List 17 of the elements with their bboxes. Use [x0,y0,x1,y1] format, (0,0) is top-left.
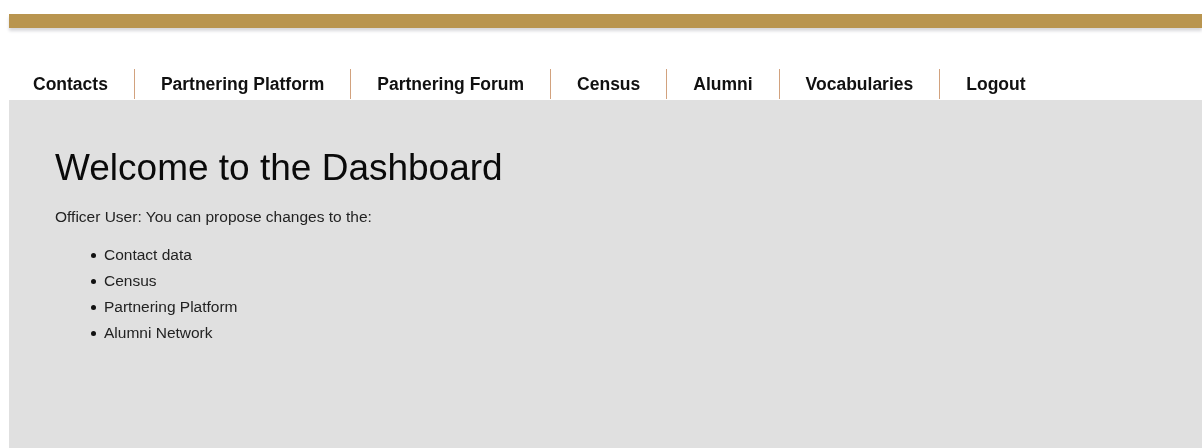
bullet-icon [91,278,96,284]
list-item: Alumni Network [104,323,213,343]
list-item: Census [104,271,157,291]
list-item: Partnering Platform [104,297,238,317]
nav-link[interactable]: Partnering Platform [133,69,351,99]
bullet-icon [91,252,96,258]
page-title: Welcome to the Dashboard [55,146,504,190]
nav-link[interactable]: Contacts [33,69,134,99]
nav-link[interactable]: Vocabularies [778,69,940,99]
nav-link[interactable]: Partnering Forum [350,69,551,99]
nav-link[interactable]: Alumni [666,69,779,99]
bullet-icon [91,330,96,336]
nav-link[interactable]: Census [550,69,667,99]
list-item: Contact data [104,245,192,265]
nav-link[interactable]: Logout [939,69,1052,99]
bullet-icon [91,304,96,310]
intro-text: Officer User: You can propose changes to the: [55,208,373,226]
